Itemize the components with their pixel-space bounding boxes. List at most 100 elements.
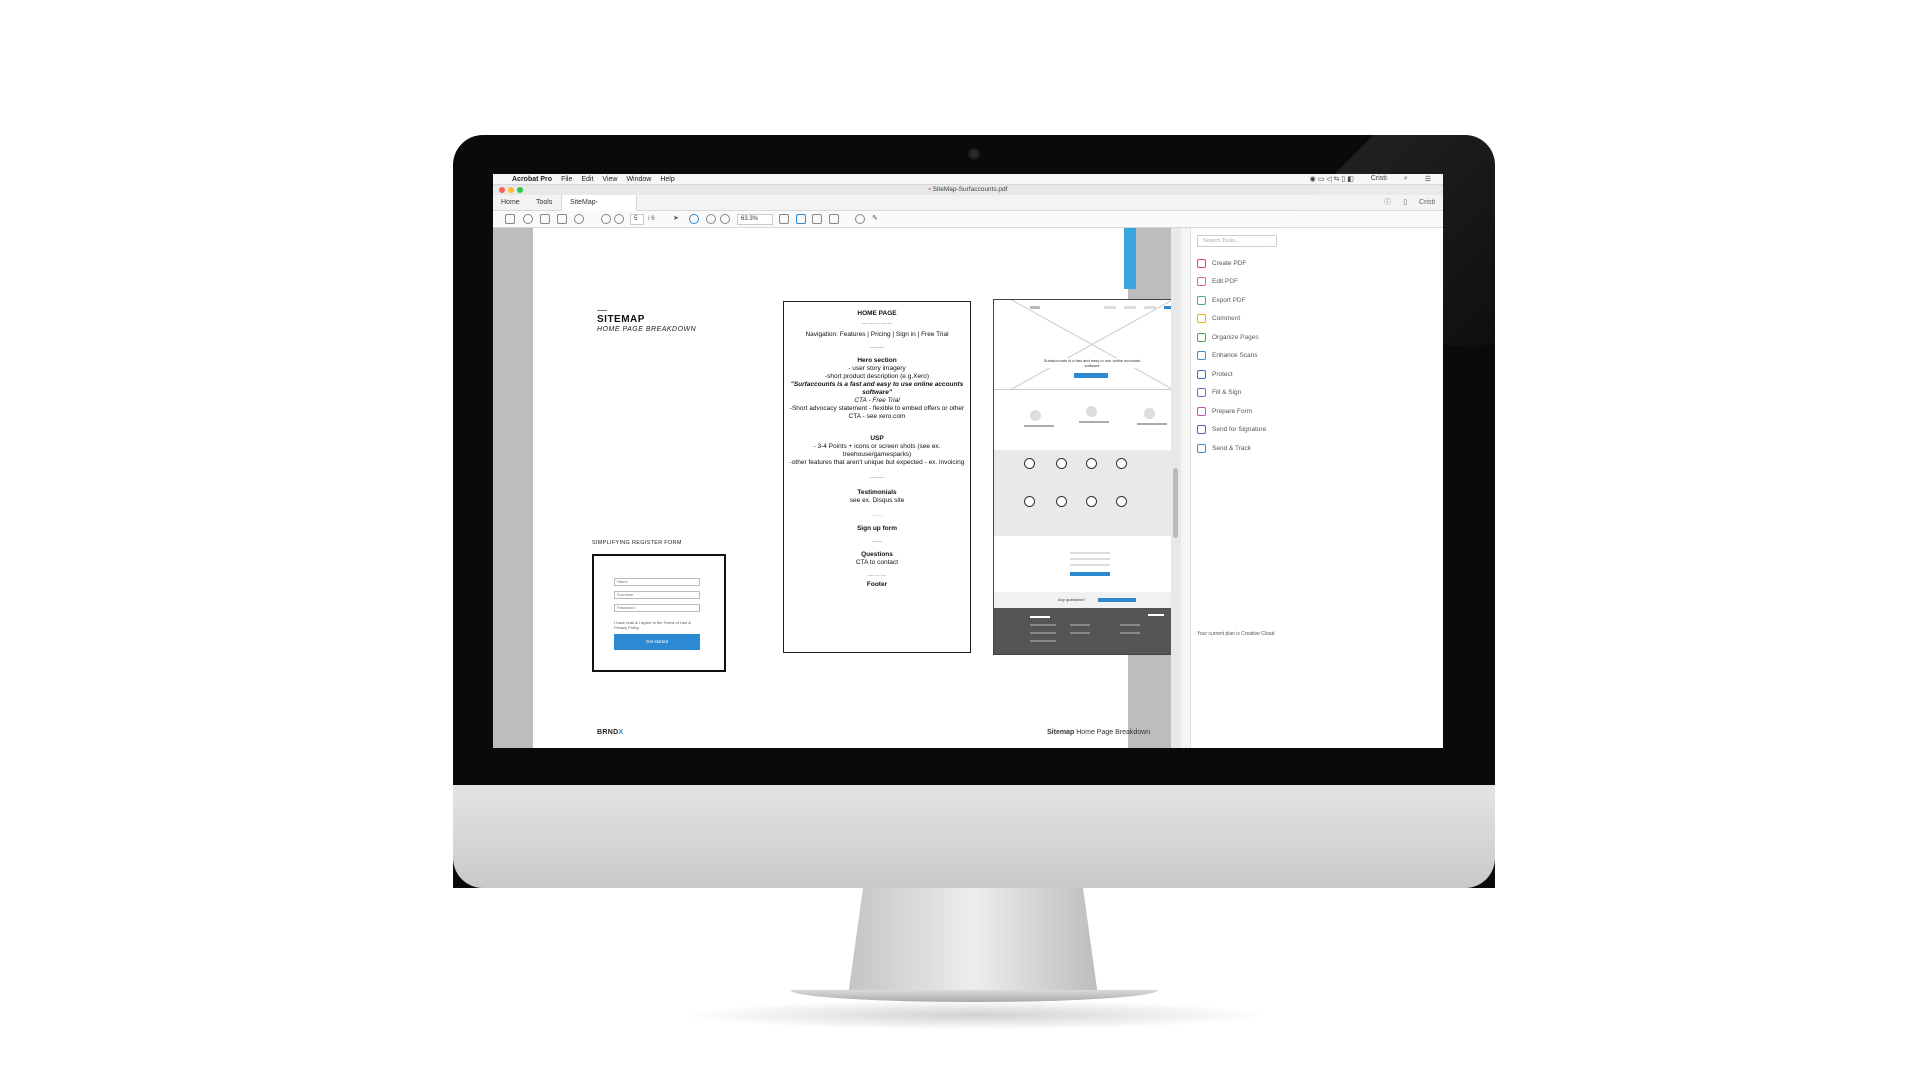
tool-label: Enhance Scans	[1212, 352, 1258, 359]
status-icons[interactable]: ◉ ▭ ◁ ⇆ ▯ ◧	[1310, 175, 1354, 183]
homepage-wireframe: Surfaccounts is a fast and easy to use o…	[993, 299, 1189, 655]
menu-app-name[interactable]: Acrobat Pro	[512, 176, 552, 183]
tab-document[interactable]: SiteMap-Surfacco... ×	[561, 195, 637, 222]
zoom-select[interactable]: 63.3%	[737, 214, 773, 225]
tool-item-export-pdf[interactable]: Export PDF	[1197, 294, 1246, 306]
wire-footer-link	[1030, 632, 1056, 634]
prev-page-icon[interactable]	[601, 214, 611, 224]
menu-view[interactable]: View	[602, 176, 617, 183]
tool-item-send-for-signature[interactable]: Send for Signature	[1197, 424, 1266, 436]
full-screen-icon[interactable]	[812, 214, 822, 224]
zoom-in-icon[interactable]	[720, 214, 730, 224]
zoom-window-button[interactable]	[517, 187, 523, 193]
cloud-upload-icon[interactable]	[523, 214, 533, 224]
minimize-window-button[interactable]	[508, 187, 514, 193]
zoom-out-icon[interactable]	[706, 214, 716, 224]
menu-list-icon[interactable]: ☰	[1425, 175, 1431, 183]
fit-width-icon[interactable]	[796, 214, 806, 224]
menubar-user[interactable]: Cristi	[1371, 175, 1387, 183]
tool-label: Prepare Form	[1212, 407, 1253, 415]
send-signature-icon	[1197, 425, 1206, 434]
tool-item-edit-pdf[interactable]: Edit PDF	[1197, 276, 1238, 288]
menu-file[interactable]: File	[561, 176, 572, 183]
wire-hero-text: Surfaccounts is a fast and easy to use o…	[1042, 358, 1142, 368]
menu-help[interactable]: Help	[660, 176, 674, 183]
wire-input	[1070, 564, 1110, 566]
tool-label: Send & Track	[1212, 444, 1252, 452]
wire-text	[1137, 423, 1167, 425]
wire-questions-button	[1098, 597, 1137, 602]
sitemap-subtitle: HOME PAGE BREAKDOWN	[597, 326, 697, 333]
toolbar: 5 / 6 ➤ 63.3% ✎	[493, 211, 1443, 228]
prepare-form-icon	[1197, 406, 1206, 416]
wire-footer-link	[1070, 624, 1090, 626]
brand-logo: BRNDX	[597, 729, 623, 736]
mobile-link-icon[interactable]: ▯	[1403, 195, 1407, 211]
document-scrollbar[interactable]	[1171, 228, 1181, 748]
page-footer: Sitemap Home Page Breakdown	[1047, 729, 1150, 736]
tool-item-comment[interactable]: Comment	[1197, 313, 1240, 325]
scrollbar-thumb[interactable]	[1173, 468, 1178, 538]
separator: ———	[869, 475, 885, 481]
protect-icon	[1197, 369, 1206, 379]
scroll-mode-icon[interactable]	[829, 214, 839, 224]
hand-tool-icon[interactable]	[689, 214, 699, 224]
tool-label: Export PDF	[1212, 296, 1246, 304]
window-title: SiteMap-Surfaccounts.pdf	[932, 186, 1008, 193]
pen-icon[interactable]: ✎	[872, 214, 882, 224]
hero-line-3: -Short advocacy statement - flexible to …	[789, 405, 965, 420]
comment-icon[interactable]	[855, 214, 865, 224]
page-number-input[interactable]: 5	[630, 214, 644, 225]
wire-usp-icon	[1056, 458, 1067, 469]
wire-questions-bar: Any questions?	[994, 592, 1188, 608]
email-icon[interactable]	[557, 214, 567, 224]
wire-input	[1070, 558, 1110, 560]
testimonials-heading: Testimonials	[857, 489, 897, 496]
mock-get-started-button: Get started	[614, 634, 700, 650]
help-icon[interactable]: ⓘ	[1384, 195, 1391, 211]
pane-collapse-handle[interactable]	[1181, 228, 1191, 748]
register-label: SIMPLIFYING REGISTER FORM	[592, 540, 682, 546]
document-area[interactable]: SITEMAP HOME PAGE BREAKDOWN SIMPLIFYING …	[493, 228, 1189, 748]
tools-search-input[interactable]: Search Tools...	[1197, 235, 1277, 247]
tool-label: Protect	[1212, 370, 1233, 378]
hero-heading: Hero section	[857, 357, 897, 364]
monitor-stand-base	[790, 990, 1158, 1002]
footer-heading: Footer	[866, 581, 888, 588]
export-pdf-icon	[1197, 295, 1206, 305]
wire-usp-icon	[1086, 496, 1097, 507]
search-icon[interactable]: ⌕	[1404, 175, 1408, 183]
tool-item-send-track[interactable]: Send & Track	[1197, 442, 1251, 454]
wire-usp-section	[994, 450, 1188, 536]
tool-item-organize-pages[interactable]: Organize Pages	[1197, 331, 1259, 343]
wire-hero-button	[1074, 373, 1108, 378]
wire-usp-icon	[1024, 496, 1035, 507]
tool-item-protect[interactable]: Protect	[1197, 368, 1233, 380]
save-icon[interactable]	[505, 214, 515, 224]
print-icon[interactable]	[540, 214, 550, 224]
tabbar-user[interactable]: Cristi	[1419, 195, 1435, 211]
close-window-button[interactable]	[499, 187, 505, 193]
menu-window[interactable]: Window	[626, 176, 651, 183]
menu-edit[interactable]: Edit	[581, 176, 593, 183]
tool-item-prepare-form[interactable]: Prepare Form	[1197, 405, 1252, 417]
select-cursor-icon[interactable]: ➤	[673, 214, 683, 224]
sitemap-title: SITEMAP	[597, 314, 645, 325]
tool-label: Comment	[1212, 315, 1241, 322]
next-page-icon[interactable]	[614, 214, 624, 224]
monitor-stand	[848, 888, 1098, 996]
hero-quote: "Surfaccounts is a fast and easy to use …	[790, 381, 964, 396]
organize-pages-icon	[1197, 332, 1206, 342]
tab-home[interactable]: Home	[493, 195, 528, 211]
wire-text	[1024, 425, 1054, 427]
tools-pane: Search Tools... Create PDF Edit PDF Export…	[1181, 228, 1443, 748]
fit-page-icon[interactable]	[779, 214, 789, 224]
usp-line-2: -other features that aren't unique but e…	[789, 459, 965, 466]
tool-item-enhance-scans[interactable]: Enhance Scans	[1197, 350, 1258, 362]
tool-item-create-pdf[interactable]: Create PDF	[1197, 257, 1246, 269]
wire-text	[1079, 421, 1109, 423]
tab-tools[interactable]: Tools	[528, 195, 560, 211]
search-icon[interactable]	[574, 214, 584, 224]
hero-line-2: -short product description (e.g.Xero)	[824, 373, 930, 380]
tool-item-fill-sign[interactable]: Fill & Sign	[1197, 387, 1241, 399]
